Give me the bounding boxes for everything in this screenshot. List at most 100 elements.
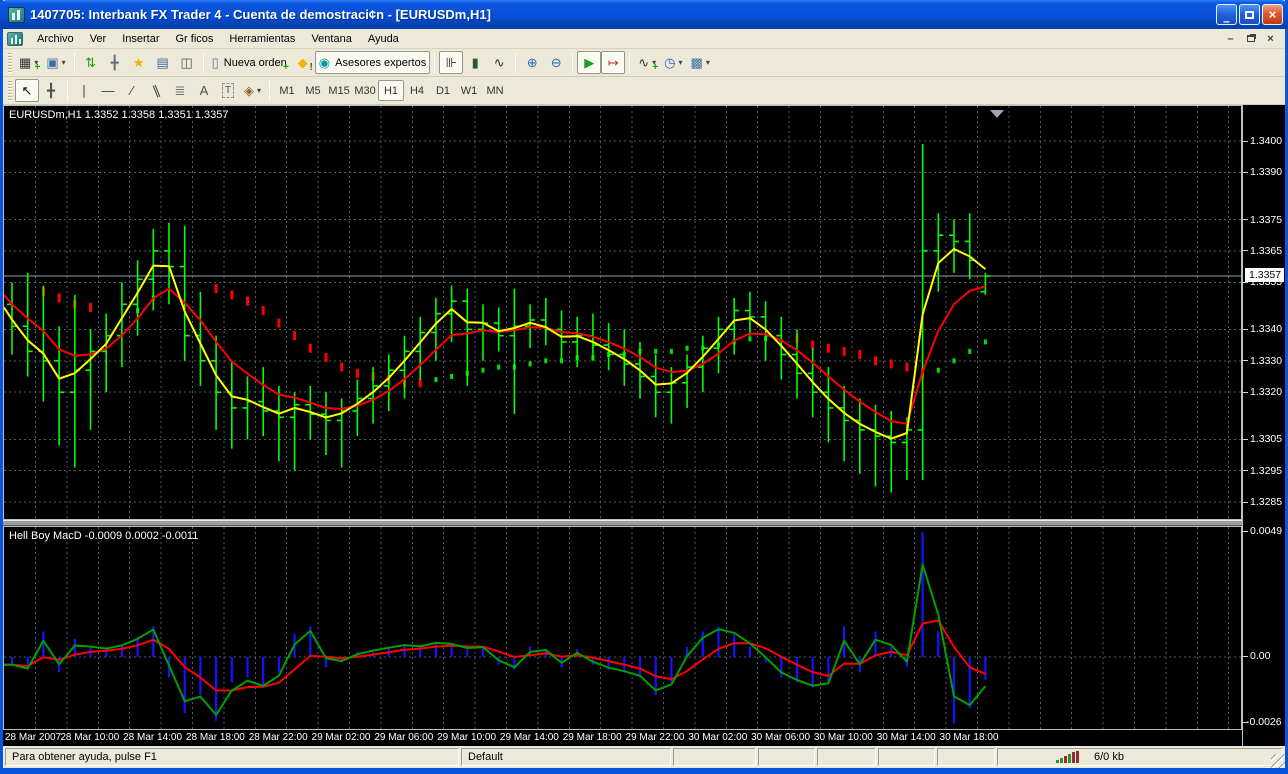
time-axis[interactable]: 28 Mar 200728 Mar 10:0028 Mar 14:0028 Ma… xyxy=(3,730,1242,746)
cursor-tool-button[interactable]: ↖ xyxy=(15,79,39,102)
drawing-timeframe-toolbar: ↖╋∣—∕∥≣AT◈▾M1M5M15M30H1H4D1W1MN xyxy=(3,77,1285,105)
vertical-line-button[interactable]: ∣ xyxy=(72,79,96,102)
dropdown-arrow-icon[interactable]: ▾ xyxy=(706,58,710,67)
expert-advisors-button[interactable]: ◉Asesores expertos xyxy=(315,51,430,74)
timeframe-w1[interactable]: W1 xyxy=(456,80,482,101)
timeframe-m30[interactable]: M30 xyxy=(352,80,378,101)
chart-type-candles-button[interactable]: ▮ xyxy=(463,51,487,74)
time-label: 29 Mar 02:00 xyxy=(312,732,371,743)
new-chart-button[interactable]: ▦+▾ xyxy=(15,51,42,74)
price-chart-pane[interactable]: EURUSDm,H1 1.3352 1.3358 1.3351 1.3357 xyxy=(3,105,1242,520)
dropdown-arrow-icon[interactable]: ▾ xyxy=(679,58,683,67)
child-close-button[interactable]: × xyxy=(1262,32,1279,46)
menu-item-ayuda[interactable]: Ayuda xyxy=(360,30,407,48)
standard-toolbar: ▦+▾▣▾ ⇅ ╋★▤◫ ▯+Nueva orden◆!◉Asesores exper… xyxy=(3,49,1285,77)
time-label: 30 Mar 18:00 xyxy=(940,732,999,743)
app-chart-icon xyxy=(8,7,25,23)
chart-type-line-button[interactable]: ∿ xyxy=(487,51,511,74)
chart-window-icon[interactable] xyxy=(7,32,23,46)
indicators-button[interactable]: ∿+▾ xyxy=(634,51,660,74)
price-tick xyxy=(1243,360,1248,361)
auto-scroll-button[interactable]: ▶ xyxy=(577,51,601,74)
menu-item-archivo[interactable]: Archivo xyxy=(29,30,82,48)
toolbar-grip[interactable] xyxy=(8,53,12,73)
price-axis[interactable]: 1.34001.33901.33751.33651.33551.33401.33… xyxy=(1242,105,1285,746)
arrows-tool-icon: ◈ xyxy=(244,84,254,97)
price-tick xyxy=(1243,470,1248,471)
terminal-button[interactable]: ▤ xyxy=(151,51,175,74)
line-chart-icon: ∿ xyxy=(494,56,505,69)
resize-grip[interactable] xyxy=(1271,754,1285,768)
fibonacci-button[interactable]: ≣ xyxy=(168,79,192,102)
menu-item-ventana[interactable]: Ventana xyxy=(303,30,359,48)
timeframe-m15[interactable]: M15 xyxy=(326,80,352,101)
menu-item-gr-ficos[interactable]: Gr ficos xyxy=(168,30,222,48)
indicator-canvas[interactable] xyxy=(4,527,1241,729)
timeframe-m5[interactable]: M5 xyxy=(300,80,326,101)
price-tick xyxy=(1243,172,1248,173)
chart-shift-button[interactable]: ↦ xyxy=(601,51,625,74)
window-minimize-button[interactable]: – xyxy=(1216,4,1237,25)
child-minimize-button[interactable]: – xyxy=(1222,32,1239,46)
periods-button[interactable]: ◷▾ xyxy=(660,51,686,74)
metaeditor-warning-button[interactable]: ◆! xyxy=(291,51,315,74)
profiles-button[interactable]: ▣▾ xyxy=(42,51,69,74)
window-close-button[interactable]: × xyxy=(1262,4,1283,25)
main-chart-canvas[interactable] xyxy=(4,106,1241,519)
timeframe-h4[interactable]: H4 xyxy=(404,80,430,101)
zoom-out-button[interactable]: ⊖ xyxy=(544,51,568,74)
arrows-tool-button[interactable]: ◈▾ xyxy=(240,79,265,102)
clock-icon: ◷ xyxy=(664,56,675,69)
new-chart-icon-overlay: + xyxy=(34,63,40,72)
channel-button[interactable]: ∥ xyxy=(144,79,168,102)
trendline-button[interactable]: ∕ xyxy=(120,79,144,102)
title-bar[interactable]: 1407705: Interbank FX Trader 4 - Cuenta … xyxy=(0,0,1288,29)
text-button[interactable]: A xyxy=(192,79,216,102)
time-label: 30 Mar 02:00 xyxy=(688,732,747,743)
market-watch-icon: ⇅ xyxy=(85,56,96,69)
child-restore-button[interactable] xyxy=(1242,32,1259,46)
expert-advisors-button-label: Asesores expertos xyxy=(335,57,426,69)
status-empty-cell xyxy=(937,748,995,766)
time-label: 29 Mar 14:00 xyxy=(500,732,559,743)
zoom-in-button[interactable]: ⊕ xyxy=(520,51,544,74)
trendline-icon: ∕ xyxy=(131,84,133,97)
indicator-pane[interactable]: Hell Boy MacD -0.0009 0.0002 -0.0011 xyxy=(3,526,1242,730)
market-watch-button[interactable]: ⇅ xyxy=(79,51,103,74)
chart-type-bars-button[interactable]: ⊪ xyxy=(439,51,463,74)
price-label: 1.3295 xyxy=(1250,465,1282,477)
navigator-button[interactable]: ★ xyxy=(127,51,151,74)
toolbar-separator xyxy=(269,81,270,101)
bar-chart-icon: ⊪ xyxy=(446,56,457,69)
dropdown-arrow-icon[interactable]: ▾ xyxy=(62,58,66,67)
text-icon: A xyxy=(200,84,209,97)
price-tick xyxy=(1243,502,1248,503)
timeframe-d1[interactable]: D1 xyxy=(430,80,456,101)
timeframe-m1[interactable]: M1 xyxy=(274,80,300,101)
templates-button[interactable]: ▩▾ xyxy=(687,51,714,74)
status-help-text: Para obtener ayuda, pulse F1 xyxy=(5,748,459,766)
time-label: 28 Mar 18:00 xyxy=(186,732,245,743)
menu-item-insertar[interactable]: Insertar xyxy=(114,30,167,48)
menu-item-ver[interactable]: Ver xyxy=(82,30,115,48)
window-maximize-button[interactable] xyxy=(1239,4,1260,25)
toolbar-separator xyxy=(74,53,75,73)
status-profile[interactable]: Default xyxy=(461,748,671,766)
price-tick xyxy=(1243,219,1248,220)
crosshair-tool-button[interactable]: ╋ xyxy=(39,79,63,102)
timeframe-h1[interactable]: H1 xyxy=(378,80,404,101)
order-document-icon-overlay: + xyxy=(283,63,289,72)
new-order-button[interactable]: ▯+Nueva orden xyxy=(208,51,291,74)
dropdown-arrow-icon[interactable]: ▾ xyxy=(257,86,261,95)
text-label-button[interactable]: T xyxy=(216,79,240,102)
menu-item-herramientas[interactable]: Herramientas xyxy=(221,30,303,48)
vertical-line-icon: ∣ xyxy=(81,84,88,97)
horizontal-line-button[interactable]: — xyxy=(96,79,120,102)
toolbar-grip[interactable] xyxy=(8,81,12,101)
data-window-button[interactable]: ╋ xyxy=(103,51,127,74)
toolbar-separator xyxy=(203,53,204,73)
timeframe-mn[interactable]: MN xyxy=(482,80,508,101)
time-label: 29 Mar 10:00 xyxy=(437,732,496,743)
strategy-tester-button[interactable]: ◫ xyxy=(175,51,199,74)
new-order-button-label: Nueva orden xyxy=(224,57,287,69)
